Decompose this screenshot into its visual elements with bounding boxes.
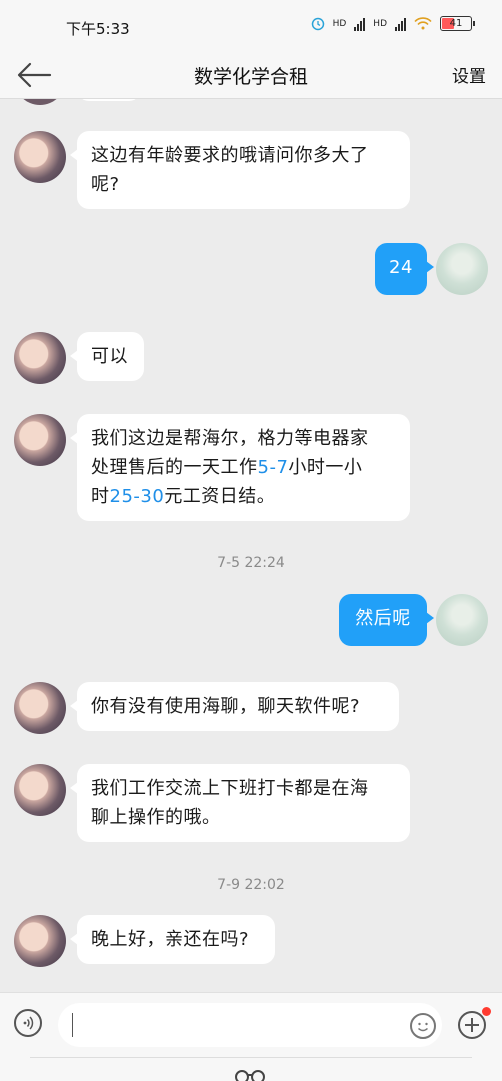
chat-header: 数学化学合租 设置 — [0, 52, 502, 99]
message-bubble[interactable]: 我们工作交流上下班打卡都是在海 聊上操作的哦。 — [70, 764, 410, 842]
message-bubble[interactable]: 晚上好，亲还在吗? — [70, 915, 275, 964]
status-icons: HD HD 41 — [311, 16, 475, 31]
message-text: 晚上好，亲还在吗? — [91, 929, 250, 950]
message-input[interactable] — [58, 1003, 442, 1047]
signal-icon-1 — [354, 17, 366, 31]
input-bar — [0, 992, 502, 1081]
highlight-wage: 25-30 — [109, 486, 165, 507]
timestamp: 7-5 22:24 — [217, 555, 285, 571]
hd-label-2: HD — [373, 18, 387, 29]
voice-button[interactable] — [14, 1009, 42, 1037]
settings-button[interactable]: 设置 — [452, 62, 486, 87]
message-text: 然后呢 — [355, 608, 411, 629]
message-text: 这边有年龄要求的哦请问你多大了 — [91, 145, 369, 166]
message-text: 可以 — [91, 346, 128, 367]
plus-button[interactable] — [458, 1011, 486, 1039]
emoji-icon — [418, 1022, 428, 1032]
contact-avatar[interactable] — [14, 131, 66, 183]
message-text: 处理售后的一天工作5-7小时一小 — [91, 457, 363, 478]
signal-icon-2 — [395, 17, 406, 31]
battery-icon: 41 — [440, 16, 475, 31]
message-bubble[interactable]: 可以 — [70, 332, 144, 381]
notification-badge — [482, 1007, 491, 1016]
message-text: 我们这边是帮海尔，格力等电器家 — [91, 428, 369, 449]
text-caret — [72, 1013, 73, 1037]
message-bubble[interactable]: 我们这边是帮海尔，格力等电器家 处理售后的一天工作5-7小时一小 时25-30元… — [70, 414, 410, 521]
contact-avatar[interactable] — [14, 682, 66, 734]
app-logo-icon — [235, 1070, 265, 1081]
partial-bubble — [77, 99, 141, 101]
contact-avatar[interactable] — [14, 332, 66, 384]
hd-label-1: HD — [332, 18, 347, 29]
timestamp: 7-9 22:02 — [217, 877, 285, 893]
chat-title: 数学化学合租 — [193, 66, 308, 88]
message-bubble[interactable]: 然后呢 — [339, 594, 434, 646]
contact-avatar[interactable] — [14, 915, 66, 967]
emoji-button[interactable] — [410, 1013, 436, 1039]
wifi-icon — [414, 17, 432, 30]
message-bubble[interactable]: 24 — [375, 243, 434, 295]
divider — [30, 1057, 472, 1058]
message-text: 时25-30元工资日结。 — [91, 486, 276, 507]
my-avatar[interactable] — [436, 243, 488, 295]
partial-avatar — [14, 99, 66, 105]
highlight-hours: 5-7 — [257, 457, 289, 478]
contact-avatar[interactable] — [14, 414, 66, 466]
clock-icon — [311, 17, 324, 30]
contact-avatar[interactable] — [14, 764, 66, 816]
message-bubble[interactable]: 你有没有使用海聊，聊天软件呢? — [70, 682, 399, 731]
message-text: 我们工作交流上下班打卡都是在海 — [91, 778, 369, 799]
message-bubble[interactable]: 这边有年龄要求的哦请问你多大了 呢? — [70, 131, 410, 209]
battery-level: 41 — [449, 18, 463, 29]
message-text: 聊上操作的哦。 — [91, 807, 221, 828]
message-text: 你有没有使用海聊，聊天软件呢? — [91, 696, 361, 717]
my-avatar[interactable] — [436, 594, 488, 646]
message-list[interactable]: 这边有年龄要求的哦请问你多大了 呢? 24 可以 我们这边是帮海尔，格力等电器家… — [0, 99, 502, 992]
status-time: 下午5:33 — [66, 20, 130, 38]
message-text: 呢? — [91, 174, 120, 195]
message-text: 24 — [389, 257, 413, 278]
voice-icon — [23, 1016, 34, 1030]
status-bar: 下午5:33 HD HD 41 — [0, 0, 502, 52]
